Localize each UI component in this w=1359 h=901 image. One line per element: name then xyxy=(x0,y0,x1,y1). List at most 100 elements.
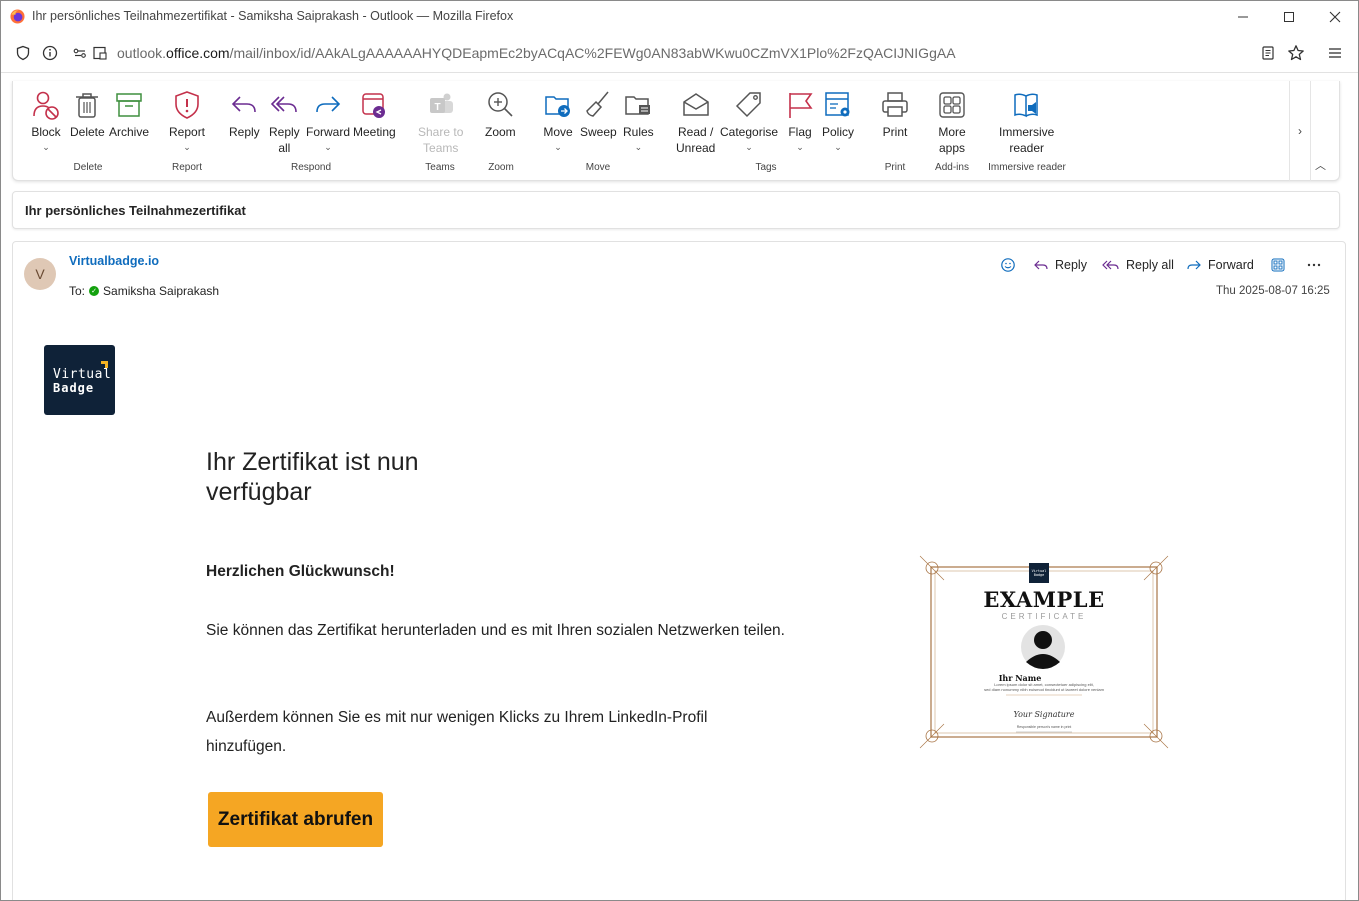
sender-name[interactable]: Virtualbadge.io xyxy=(69,254,159,268)
group-label-tags: Tags xyxy=(755,162,777,173)
reply-all-button[interactable]: Reply all xyxy=(269,89,300,156)
more-actions-button[interactable] xyxy=(1306,255,1322,275)
url-text[interactable]: outlook.office.com/mail/inbox/id/AAkALgA… xyxy=(117,45,956,61)
chevron-down-icon: ⌄ xyxy=(554,142,562,152)
ribbon-collapse-button[interactable]: ︿ xyxy=(1315,157,1326,173)
meeting-label: Meeting xyxy=(353,125,396,139)
reply-button[interactable]: Reply xyxy=(229,89,260,140)
close-button[interactable] xyxy=(1312,5,1358,29)
more-apps-label-1: More xyxy=(938,125,966,139)
more-apps-button[interactable]: More apps xyxy=(937,89,967,156)
subject-bar: Ihr persönliches Teilnahmezertifikat xyxy=(12,191,1340,229)
forward-icon xyxy=(316,96,341,113)
delete-icon xyxy=(76,93,99,118)
message-reply-button[interactable]: Reply xyxy=(1033,255,1087,275)
rules-label: Rules xyxy=(623,125,654,139)
certificate-subtitle: CERTIFICATE xyxy=(1001,612,1087,621)
maximize-button[interactable] xyxy=(1266,5,1312,29)
reply-icon xyxy=(1034,260,1048,270)
forward-label: Forward xyxy=(306,125,351,139)
print-label: Print xyxy=(882,125,908,139)
group-label-respond: Respond xyxy=(290,162,332,173)
chevron-down-icon: ⌄ xyxy=(634,142,643,152)
policy-button[interactable]: Policy ⌄ xyxy=(822,89,854,153)
ribbon-toolbar: Block ⌄ Delete Archive Report ⌄ Reply Re… xyxy=(12,81,1340,181)
move-button[interactable]: Move ⌄ xyxy=(543,89,573,153)
page-icon[interactable] xyxy=(90,43,110,63)
reply-all-label-1: Reply xyxy=(269,125,300,139)
forward-icon xyxy=(1187,260,1201,270)
share-to-teams-button[interactable]: T Share to Teams xyxy=(418,89,463,156)
message-forward-button[interactable]: Forward xyxy=(1186,255,1254,275)
report-label: Report xyxy=(169,125,206,139)
read-unread-button[interactable]: Read / Unread xyxy=(676,89,715,156)
message-reply-all-button[interactable]: Reply all xyxy=(1102,255,1174,275)
chevron-right-icon: › xyxy=(1298,124,1302,138)
apps-button[interactable] xyxy=(1271,255,1285,275)
forward-button[interactable]: Forward ⌄ xyxy=(306,89,350,153)
certificate-image[interactable]: Virtual Badge EXAMPLE CERTIFICATE Ihr Na… xyxy=(918,554,1170,750)
logo-corner-mark xyxy=(101,361,108,368)
tag-icon xyxy=(735,92,761,118)
message-date: Thu 2025-08-07 16:25 xyxy=(1216,285,1330,297)
rules-button[interactable]: Rules ⌄ xyxy=(623,89,654,153)
block-button[interactable]: Block ⌄ xyxy=(31,89,61,153)
immersive-reader-icon xyxy=(1013,93,1038,118)
info-icon[interactable] xyxy=(40,43,60,63)
virtualbadge-logo[interactable]: Virtual Badge xyxy=(44,345,115,415)
message-forward-label: Forward xyxy=(1208,258,1254,272)
chevron-down-icon: ⌄ xyxy=(834,142,842,152)
bookmark-star-icon[interactable] xyxy=(1286,43,1306,63)
permissions-icon[interactable] xyxy=(70,43,90,63)
more-horizontal-icon xyxy=(1307,263,1321,267)
shield-icon[interactable] xyxy=(13,43,33,63)
rules-icon xyxy=(625,96,651,115)
emoji-reaction-button[interactable] xyxy=(1000,255,1016,275)
chevron-down-icon: ⌄ xyxy=(745,142,753,152)
congrats-text: Herzlichen Glückwunsch! xyxy=(206,563,395,580)
flag-icon xyxy=(789,93,813,118)
print-button[interactable]: Print xyxy=(880,89,910,140)
minimize-icon xyxy=(1238,16,1248,18)
share-teams-label-1: Share to xyxy=(418,125,464,139)
email-headline: Ihr Zertifikat ist nun verfügbar xyxy=(206,448,419,506)
report-button[interactable]: Report ⌄ xyxy=(169,89,205,153)
chevron-down-icon: ⌄ xyxy=(42,142,50,152)
ribbon-scroll-right-button[interactable]: › xyxy=(1289,81,1311,181)
get-certificate-button[interactable]: Zertifikat abrufen xyxy=(208,792,383,847)
minimize-button[interactable] xyxy=(1220,5,1266,29)
meeting-icon xyxy=(362,93,386,118)
maximize-icon xyxy=(1284,12,1294,22)
categorise-button[interactable]: Categorise ⌄ xyxy=(720,89,778,153)
url-bar: outlook.office.com/mail/inbox/id/AAkALgA… xyxy=(1,33,1358,73)
flag-button[interactable]: Flag ⌄ xyxy=(785,89,815,153)
chevron-down-icon: ⌄ xyxy=(183,142,191,152)
delete-button[interactable]: Delete xyxy=(70,89,105,140)
certificate-signer: Responsible person's name in print xyxy=(1016,725,1072,729)
chevron-down-icon: ⌄ xyxy=(796,142,804,152)
zoom-button[interactable]: Zoom xyxy=(485,89,516,140)
smiley-icon xyxy=(1001,258,1015,272)
message-pane: V Virtualbadge.io To: ✓ Samiksha Saiprak… xyxy=(12,241,1346,900)
flag-label: Flag xyxy=(788,125,812,139)
reply-label: Reply xyxy=(229,125,260,139)
to-label: To: xyxy=(69,284,86,298)
sweep-button[interactable]: Sweep xyxy=(580,89,617,140)
certificate-mini-logo: Virtual Badge xyxy=(1029,563,1049,583)
message-reply-all-label: Reply all xyxy=(1126,258,1174,272)
archive-button[interactable]: Archive xyxy=(109,89,149,140)
browser-window: Ihr persönliches Teilnahmezertifikat - S… xyxy=(0,0,1359,901)
recipient-name[interactable]: Samiksha Saiprakash xyxy=(103,284,219,298)
chevron-up-icon: ︿ xyxy=(1315,160,1326,172)
meeting-button[interactable]: Meeting xyxy=(353,89,396,140)
group-label-move: Move xyxy=(585,162,611,173)
group-label-report: Report xyxy=(171,162,203,173)
body-paragraph-1: Sie können das Zertifikat herunterladen … xyxy=(206,622,785,639)
immersive-reader-button[interactable]: Immersive reader xyxy=(999,89,1054,156)
menu-icon[interactable] xyxy=(1325,43,1345,63)
delete-label: Delete xyxy=(70,125,105,139)
reply-all-icon xyxy=(1102,260,1119,270)
avatar[interactable]: V xyxy=(24,258,56,290)
group-label-print: Print xyxy=(884,162,906,173)
reader-view-icon[interactable] xyxy=(1258,43,1278,63)
